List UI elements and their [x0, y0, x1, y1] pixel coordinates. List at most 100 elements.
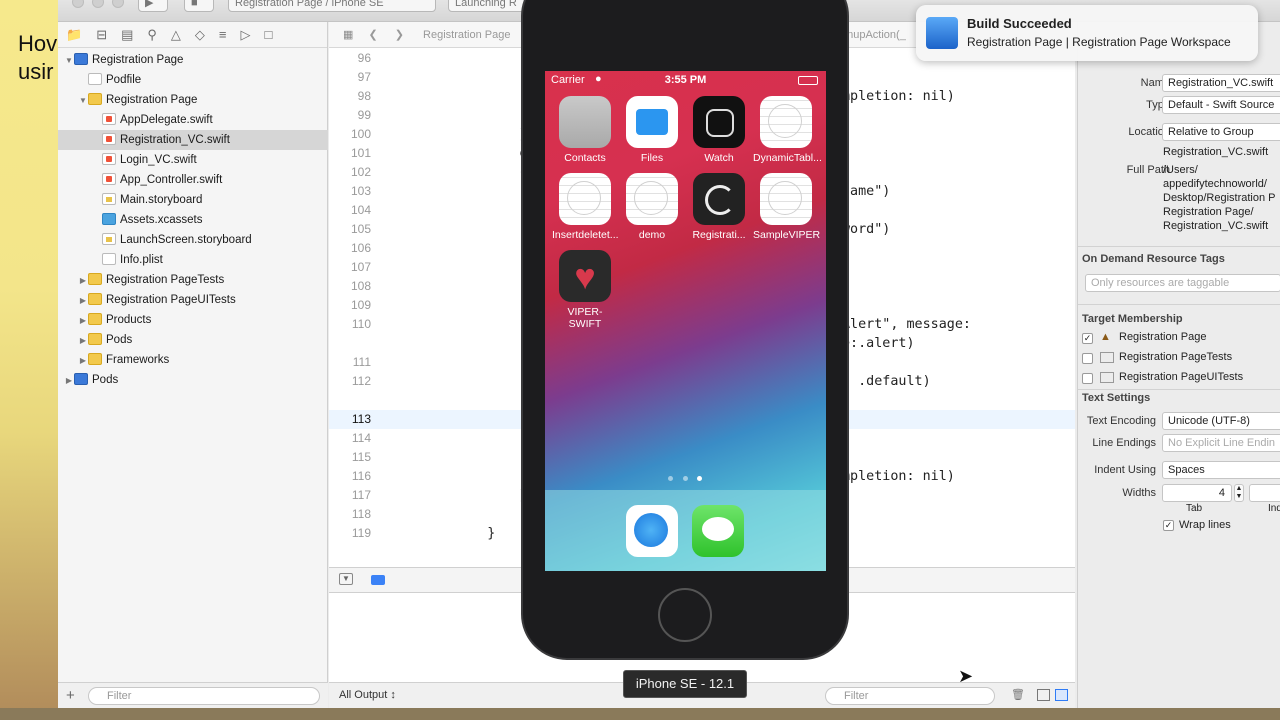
test-icon[interactable]: ◇ — [195, 27, 205, 43]
navigator-filter-input[interactable]: Filter — [88, 687, 320, 705]
breakpoint-icon[interactable]: ▷ — [241, 27, 251, 43]
warning-icon[interactable]: △ — [171, 27, 181, 43]
target-checkbox[interactable]: ✓ — [1082, 333, 1093, 344]
tree-item-label: Login_VC.swift — [120, 154, 197, 166]
macos-dock — [0, 708, 1280, 720]
line-number: 118 — [351, 507, 371, 521]
tree-item[interactable]: Podfile — [58, 70, 328, 90]
disclosure-closed-icon[interactable]: ▶ — [78, 311, 88, 331]
type-select[interactable]: Default - Swift Source — [1162, 96, 1280, 114]
app-icon-tile[interactable]: Insertdeletet... — [552, 173, 619, 241]
tree-item[interactable]: Info.plist — [58, 250, 328, 270]
app-icon-tile[interactable]: demo — [619, 173, 685, 241]
disclosure-closed-icon[interactable]: ▶ — [78, 291, 88, 311]
run-button[interactable]: ▶ — [138, 0, 168, 12]
debug-icon[interactable]: ≡ — [219, 27, 227, 42]
grid-icon[interactable]: ▦ — [343, 29, 353, 41]
name-field[interactable]: Registration_VC.swift — [1162, 74, 1280, 92]
disclosure-closed-icon[interactable]: ▶ — [78, 351, 88, 371]
tree-item[interactable]: LaunchScreen.storyboard — [58, 230, 328, 250]
resource-tags-field[interactable]: Only resources are taggable — [1085, 274, 1280, 292]
console-filter-input[interactable]: Filter — [825, 687, 995, 705]
app-label: Insertdeletet... — [552, 229, 619, 241]
output-selector[interactable]: All Output ↕ — [339, 689, 396, 701]
disclosure-open-icon[interactable]: ▼ — [78, 91, 88, 111]
hide-debug-icon[interactable]: ▼ — [339, 573, 353, 585]
forward-icon[interactable]: ❯ — [395, 29, 404, 41]
scheme-selector[interactable]: Registration Page / iPhone SE — [228, 0, 436, 12]
trash-icon[interactable]: 🗑 — [1011, 688, 1025, 701]
location-select[interactable]: Relative to Group — [1162, 123, 1280, 141]
tree-item[interactable]: Assets.xcassets — [58, 210, 328, 230]
jumpbar-method[interactable]: gnupAction(_ — [841, 22, 906, 48]
disclosure-closed-icon[interactable]: ▶ — [64, 371, 74, 391]
disclosure-closed-icon[interactable]: ▶ — [78, 271, 88, 291]
app-icon-tile[interactable]: Registrati... — [686, 173, 752, 241]
symbol-icon[interactable]: ▤ — [121, 27, 133, 43]
add-icon[interactable]: + — [66, 687, 75, 704]
tree-item[interactable]: ▼ Registration Page — [58, 50, 328, 70]
tree-item[interactable]: ▶ Pods — [58, 330, 328, 350]
line-endings-select[interactable]: No Explicit Line Endin — [1162, 434, 1280, 452]
home-button[interactable] — [658, 588, 712, 642]
indent-width-field[interactable] — [1249, 484, 1280, 502]
folder-icon[interactable]: 📁 — [66, 27, 82, 43]
minimize-window-button[interactable] — [92, 0, 104, 8]
app-icon-tile[interactable]: Contacts — [552, 96, 618, 164]
target-checkbox[interactable] — [1082, 373, 1093, 384]
report-icon[interactable]: □ — [265, 27, 273, 42]
build-notification[interactable]: Build Succeeded Registration Page | Regi… — [916, 5, 1258, 61]
tree-item-label: Registration Page — [92, 54, 184, 66]
tree-item[interactable]: Registration_VC.swift — [58, 130, 328, 150]
tab-width-field[interactable]: 4 — [1162, 484, 1232, 502]
target-checkbox[interactable] — [1082, 353, 1093, 364]
split-right-icon[interactable] — [1055, 689, 1068, 701]
tab-width-stepper[interactable]: ▲ ▼ — [1234, 484, 1244, 502]
tree-item[interactable]: Login_VC.swift — [58, 150, 328, 170]
assets-icon — [102, 213, 116, 225]
folder-icon — [88, 333, 102, 345]
tree-item[interactable]: ▶ Pods — [58, 370, 328, 390]
text-encoding-select[interactable]: Unicode (UTF-8) — [1162, 412, 1280, 430]
breakpoints-toggle-icon[interactable] — [371, 575, 385, 585]
simulator-screen[interactable]: Carrier ● 3:55 PM Contacts Files Watch Dyna… — [545, 71, 826, 571]
line-number: 101 — [350, 146, 371, 160]
close-window-button[interactable] — [72, 0, 84, 8]
tree-item[interactable]: ▶ Registration PageTests — [58, 270, 328, 290]
app-icon-tile[interactable]: DynamicTabl... — [753, 96, 822, 164]
zoom-window-button[interactable] — [112, 0, 124, 8]
simulator-device-label: iPhone SE - 12.1 — [623, 670, 747, 698]
tree-item[interactable]: App_Controller.swift — [58, 170, 328, 190]
disclosure-open-icon[interactable]: ▼ — [64, 51, 74, 71]
app-icon-tile[interactable]: SampleVIPER — [753, 173, 820, 241]
target-label: Registration PageUITests — [1119, 371, 1244, 383]
folder-icon — [88, 293, 102, 305]
contacts-icon — [559, 96, 611, 148]
tree-item[interactable]: ▶ Products — [58, 310, 328, 330]
split-left-icon[interactable] — [1037, 689, 1050, 701]
background-text: Hov usir — [18, 30, 57, 86]
app-icon-tile[interactable]: Files — [619, 96, 685, 164]
disclosure-closed-icon[interactable]: ▶ — [78, 331, 88, 351]
tree-item[interactable]: Main.storyboard — [58, 190, 328, 210]
indent-select[interactable]: Spaces — [1162, 461, 1280, 479]
line-endings-label: Line Endings — [1092, 437, 1156, 449]
tree-item[interactable]: ▶ Registration PageUITests — [58, 290, 328, 310]
scheme-label: Registration Page — [235, 0, 323, 9]
stop-button[interactable]: ■ — [184, 0, 214, 12]
wrap-lines-checkbox[interactable]: ✓ — [1163, 520, 1174, 531]
tree-item-label: Pods — [92, 374, 119, 386]
source-control-icon[interactable]: ⊟ — [96, 27, 107, 43]
jumpbar-project[interactable]: Registration Page — [423, 29, 510, 41]
tree-item[interactable]: AppDelegate.swift — [58, 110, 328, 130]
tree-item[interactable]: ▼ Registration Page — [58, 90, 328, 110]
indent-sub-label: Ind — [1268, 503, 1280, 514]
search-icon[interactable]: ⚲ — [147, 27, 157, 43]
app-icon-tile[interactable]: Watch — [686, 96, 752, 164]
fullpath-line: Registration Page/ — [1163, 206, 1254, 218]
back-icon[interactable]: ❮ — [368, 29, 377, 41]
tree-item[interactable]: ▶ Frameworks — [58, 350, 328, 370]
storyboard-icon — [102, 193, 116, 205]
app-icon-tile[interactable]: VIPER-SWIFT — [552, 250, 618, 330]
code-text: } — [455, 488, 528, 503]
